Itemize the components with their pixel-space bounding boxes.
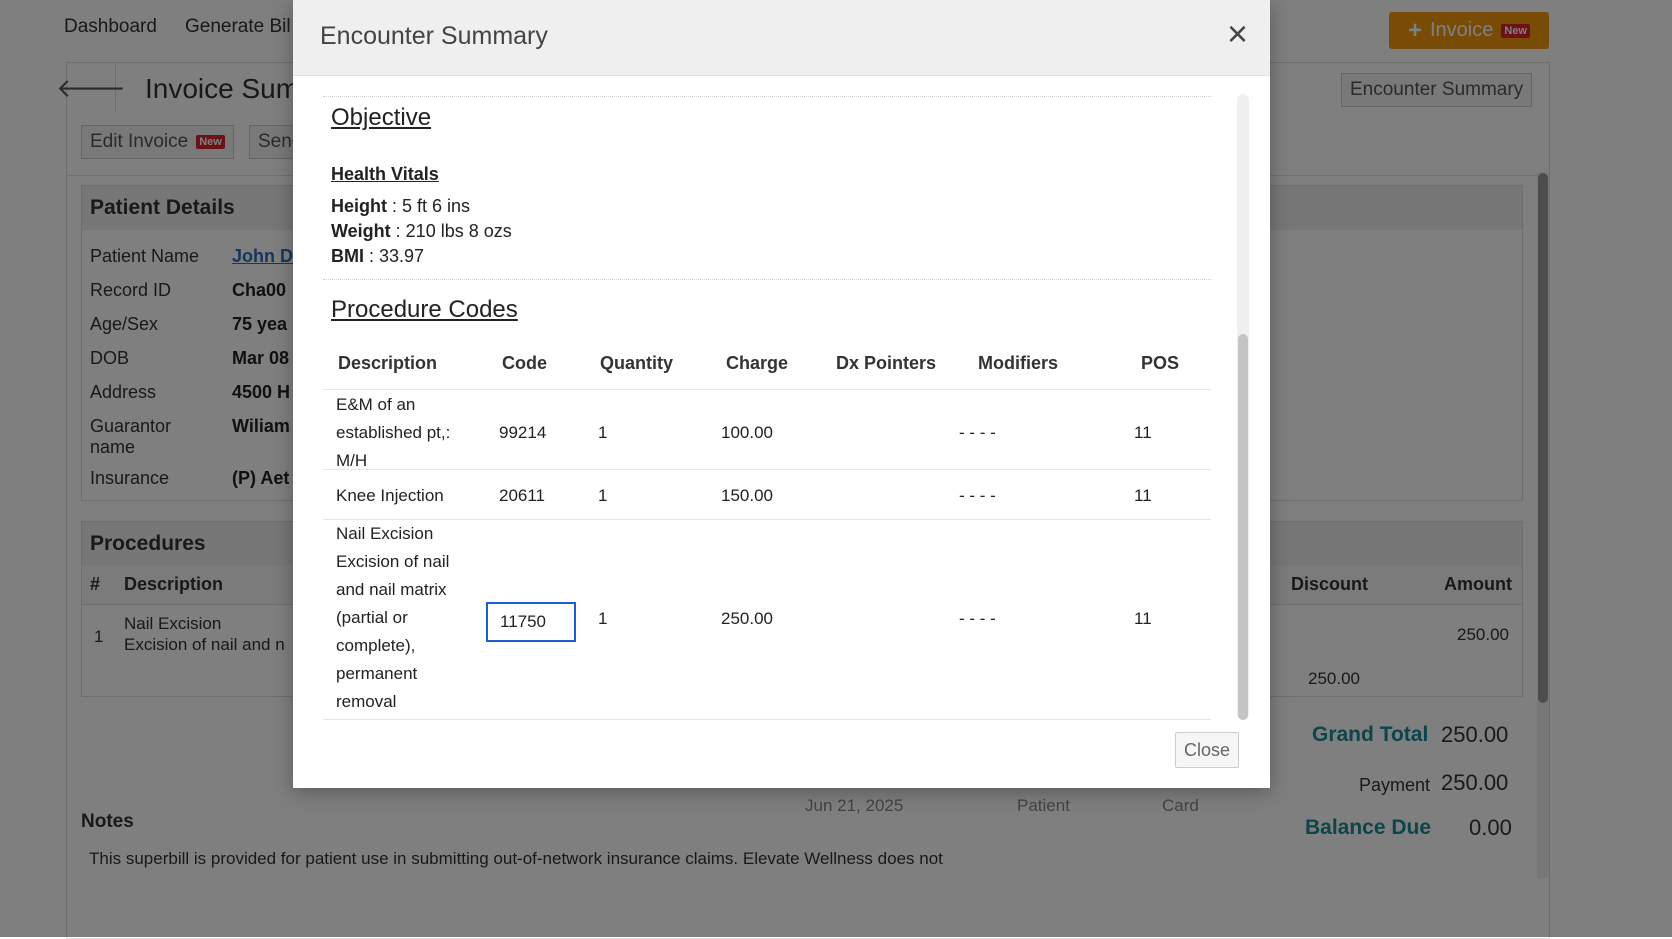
row3-description: Nail Excision Excision of nail and nail …: [336, 520, 449, 716]
health-vitals-heading: Health Vitals: [331, 164, 439, 184]
col-charge: Charge: [726, 353, 789, 373]
col-dx-pointers: Dx Pointers: [836, 353, 937, 373]
row1-desc-line: established pt,:: [336, 423, 451, 442]
row2-charge: 150.00: [721, 486, 773, 505]
row-divider: [323, 469, 1211, 470]
procedure-codes-heading: Procedure Codes: [331, 296, 518, 323]
row1-pos: 11: [1134, 423, 1152, 442]
objective-heading: Objective: [331, 104, 432, 131]
close-icon[interactable]: ×: [1227, 14, 1248, 54]
row1-desc-line: M/H: [336, 451, 368, 470]
row2-modifiers: - - - -: [959, 486, 996, 505]
vital-bmi-label: BMI: [331, 246, 364, 266]
col-quantity: Quantity: [600, 353, 674, 373]
divider: [323, 96, 1211, 97]
row3-code-focused[interactable]: 11750: [486, 602, 576, 642]
vital-bmi: BMI : 33.97: [331, 246, 424, 267]
row3-desc-line: Nail Excision: [336, 524, 434, 543]
row-divider: [323, 389, 1211, 390]
row3-desc-line: (partial or: [336, 608, 408, 627]
vital-bmi-value: : 33.97: [364, 246, 425, 266]
row3-desc-line: Excision of nail: [336, 552, 450, 571]
vital-weight: Weight : 210 lbs 8 ozs: [331, 221, 512, 242]
row2-description: Knee Injection: [336, 486, 444, 505]
modal-scrollbar[interactable]: [1237, 94, 1249, 720]
row2-pos: 11: [1134, 486, 1152, 505]
row3-desc-line: complete),: [336, 636, 416, 655]
close-button-label: Close: [1183, 739, 1231, 760]
row3-pos: 11: [1134, 609, 1152, 628]
col-modifiers: Modifiers: [978, 353, 1059, 373]
row2-quantity: 1: [598, 486, 608, 505]
vital-height-label: Height: [331, 196, 387, 216]
modal-scrollbar-thumb[interactable]: [1238, 334, 1248, 720]
row1-desc-line: E&M of an: [336, 395, 416, 414]
row3-modifiers: - - - -: [959, 609, 996, 628]
row3-desc-line: removal: [336, 692, 397, 711]
row3-charge: 250.00: [721, 609, 773, 628]
row1-code: 99214: [499, 423, 547, 442]
modal-body: Objective Health Vitals Height : 5 ft 6 …: [323, 96, 1211, 720]
row-divider: [323, 519, 1211, 520]
col-code: Code: [502, 353, 547, 373]
vital-height-value: : 5 ft 6 ins: [387, 196, 471, 216]
row-divider: [323, 719, 1211, 720]
divider: [323, 279, 1211, 280]
row1-modifiers: - - - -: [959, 423, 996, 442]
encounter-summary-modal: Encounter Summary × Objective Health Vit…: [293, 0, 1270, 788]
row1-quantity: 1: [598, 423, 608, 442]
vital-weight-label: Weight: [331, 221, 391, 241]
col-description: Description: [338, 353, 438, 373]
modal-title: Encounter Summary: [320, 22, 548, 50]
row3-desc-line: permanent: [336, 664, 418, 683]
vital-height: Height : 5 ft 6 ins: [331, 196, 470, 217]
row1-charge: 100.00: [721, 423, 773, 442]
row2-code: 20611: [499, 486, 546, 505]
row3-desc-line: and nail matrix: [336, 580, 447, 599]
col-pos: POS: [1141, 353, 1180, 373]
modal-header: Encounter Summary ×: [293, 0, 1270, 76]
row1-description: E&M of an established pt,: M/H: [336, 391, 450, 475]
vital-weight-value: : 210 lbs 8 ozs: [390, 221, 512, 241]
row3-quantity: 1: [598, 609, 608, 628]
close-button[interactable]: Close: [1175, 732, 1239, 768]
